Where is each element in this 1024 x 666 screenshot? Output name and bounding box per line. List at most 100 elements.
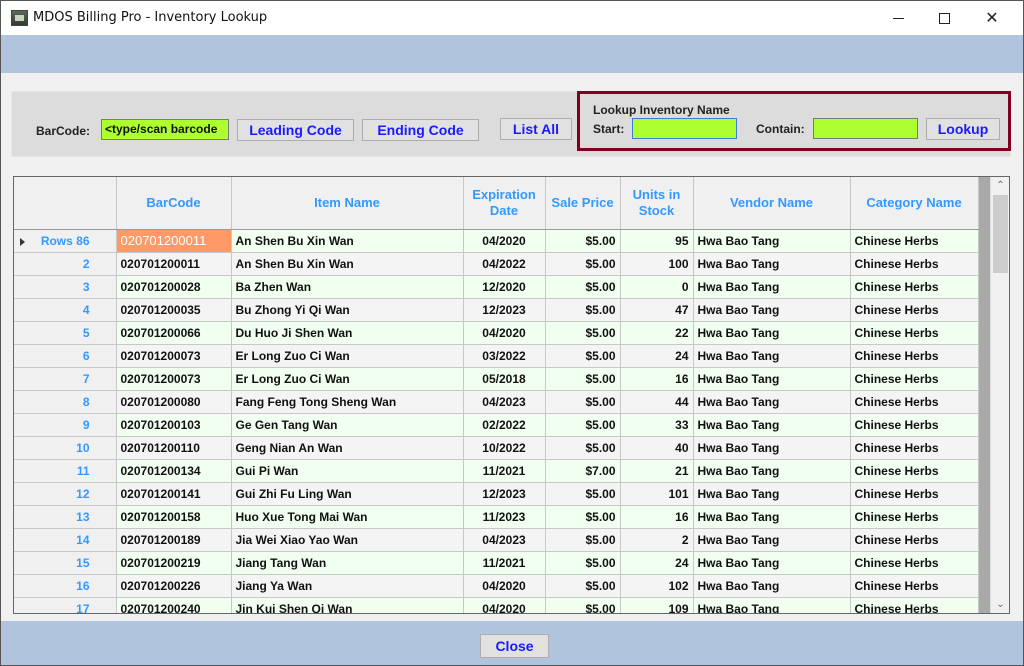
cell-sale-price[interactable]: $7.00: [545, 459, 621, 483]
column-header-vendor-name[interactable]: Vendor Name: [693, 177, 851, 230]
column-header-item-name[interactable]: Item Name: [231, 177, 464, 230]
cell-expiration-date[interactable]: 04/2020: [463, 321, 546, 345]
cell-item-name[interactable]: Er Long Zuo Ci Wan: [231, 367, 464, 391]
cell-category-name[interactable]: Chinese Herbs: [850, 298, 979, 322]
column-header-units-in-stock[interactable]: Units in Stock: [620, 177, 694, 230]
contain-input[interactable]: [813, 118, 918, 139]
row-header[interactable]: 17: [14, 597, 117, 613]
cell-expiration-date[interactable]: 12/2023: [463, 482, 546, 506]
cell-category-name[interactable]: Chinese Herbs: [850, 413, 979, 437]
row-header[interactable]: 11: [14, 459, 117, 483]
row-header[interactable]: 10: [14, 436, 117, 460]
cell-expiration-date[interactable]: 11/2023: [463, 505, 546, 529]
minimize-button[interactable]: [875, 1, 921, 35]
table-row[interactable]: 8 020701200080 Fang Feng Tong Sheng Wan 04/…: [14, 390, 979, 414]
row-header[interactable]: 4: [14, 298, 117, 322]
column-header-barcode[interactable]: BarCode: [116, 177, 232, 230]
cell-vendor-name[interactable]: Hwa Bao Tang: [693, 436, 851, 460]
cell-sale-price[interactable]: $5.00: [545, 275, 621, 299]
cell-barcode[interactable]: 020701200189: [116, 528, 232, 552]
cell-units-in-stock[interactable]: 95: [620, 229, 694, 253]
cell-vendor-name[interactable]: Hwa Bao Tang: [693, 367, 851, 391]
table-row[interactable]: 4 020701200035 Bu Zhong Yi Qi Wan 12/2023 $5…: [14, 298, 979, 322]
cell-vendor-name[interactable]: Hwa Bao Tang: [693, 298, 851, 322]
scroll-up-icon[interactable]: ⌃: [991, 177, 1009, 194]
cell-units-in-stock[interactable]: 24: [620, 551, 694, 575]
cell-expiration-date[interactable]: 11/2021: [463, 551, 546, 575]
row-header[interactable]: 6: [14, 344, 117, 368]
cell-vendor-name[interactable]: Hwa Bao Tang: [693, 413, 851, 437]
column-header-category-name[interactable]: Category Name: [850, 177, 979, 230]
cell-units-in-stock[interactable]: 100: [620, 252, 694, 276]
cell-units-in-stock[interactable]: 102: [620, 574, 694, 598]
cell-units-in-stock[interactable]: 44: [620, 390, 694, 414]
table-row[interactable]: 12 020701200141 Gui Zhi Fu Ling Wan 12/2023…: [14, 482, 979, 506]
table-row[interactable]: 14 020701200189 Jia Wei Xiao Yao Wan 04/202…: [14, 528, 979, 552]
cell-vendor-name[interactable]: Hwa Bao Tang: [693, 482, 851, 506]
cell-barcode[interactable]: 020701200080: [116, 390, 232, 414]
cell-expiration-date[interactable]: 10/2022: [463, 436, 546, 460]
cell-vendor-name[interactable]: Hwa Bao Tang: [693, 574, 851, 598]
cell-units-in-stock[interactable]: 40: [620, 436, 694, 460]
row-header[interactable]: 14: [14, 528, 117, 552]
cell-barcode[interactable]: 020701200011: [116, 229, 232, 253]
cell-sale-price[interactable]: $5.00: [545, 436, 621, 460]
row-header[interactable]: 2: [14, 252, 117, 276]
cell-vendor-name[interactable]: Hwa Bao Tang: [693, 321, 851, 345]
cell-sale-price[interactable]: $5.00: [545, 551, 621, 575]
cell-barcode[interactable]: 020701200141: [116, 482, 232, 506]
cell-item-name[interactable]: Fang Feng Tong Sheng Wan: [231, 390, 464, 414]
table-row[interactable]: 16 020701200226 Jiang Ya Wan 04/2020 $5.00 10…: [14, 574, 979, 598]
row-header[interactable]: 15: [14, 551, 117, 575]
cell-expiration-date[interactable]: 04/2020: [463, 229, 546, 253]
close-window-button[interactable]: ✕: [969, 1, 1015, 35]
cell-expiration-date[interactable]: 04/2023: [463, 390, 546, 414]
cell-units-in-stock[interactable]: 101: [620, 482, 694, 506]
cell-item-name[interactable]: An Shen Bu Xin Wan: [231, 229, 464, 253]
cell-category-name[interactable]: Chinese Herbs: [850, 252, 979, 276]
vertical-scrollbar[interactable]: ⌃ ⌄: [990, 177, 1009, 613]
cell-category-name[interactable]: Chinese Herbs: [850, 482, 979, 506]
cell-expiration-date[interactable]: 03/2022: [463, 344, 546, 368]
cell-units-in-stock[interactable]: 16: [620, 367, 694, 391]
cell-vendor-name[interactable]: Hwa Bao Tang: [693, 551, 851, 575]
cell-item-name[interactable]: Er Long Zuo Ci Wan: [231, 344, 464, 368]
cell-sale-price[interactable]: $5.00: [545, 528, 621, 552]
cell-vendor-name[interactable]: Hwa Bao Tang: [693, 229, 851, 253]
cell-vendor-name[interactable]: Hwa Bao Tang: [693, 528, 851, 552]
table-row[interactable]: 3 020701200028 Ba Zhen Wan 12/2020 $5.00 0 Hwa…: [14, 275, 979, 299]
cell-vendor-name[interactable]: Hwa Bao Tang: [693, 390, 851, 414]
cell-item-name[interactable]: Jin Kui Shen Qi Wan: [231, 597, 464, 613]
cell-sale-price[interactable]: $5.00: [545, 574, 621, 598]
scroll-down-icon[interactable]: ⌄: [991, 596, 1009, 613]
cell-category-name[interactable]: Chinese Herbs: [850, 459, 979, 483]
cell-barcode[interactable]: 020701200219: [116, 551, 232, 575]
ending-code-button[interactable]: Ending Code: [362, 119, 479, 141]
cell-item-name[interactable]: Jiang Tang Wan: [231, 551, 464, 575]
cell-item-name[interactable]: Bu Zhong Yi Qi Wan: [231, 298, 464, 322]
table-row[interactable]: 10 020701200110 Geng Nian An Wan 10/2022 $5.…: [14, 436, 979, 460]
row-header[interactable]: 8: [14, 390, 117, 414]
cell-item-name[interactable]: Jia Wei Xiao Yao Wan: [231, 528, 464, 552]
table-row[interactable]: 2 020701200011 An Shen Bu Xin Wan 04/2022 $5…: [14, 252, 979, 276]
list-all-button[interactable]: List All: [500, 118, 572, 140]
cell-vendor-name[interactable]: Hwa Bao Tang: [693, 275, 851, 299]
close-button[interactable]: Close: [480, 634, 549, 658]
cell-units-in-stock[interactable]: 21: [620, 459, 694, 483]
cell-barcode[interactable]: 020701200240: [116, 597, 232, 613]
cell-sale-price[interactable]: $5.00: [545, 344, 621, 368]
row-header[interactable]: 13: [14, 505, 117, 529]
cell-category-name[interactable]: Chinese Herbs: [850, 229, 979, 253]
table-row[interactable]: 13 020701200158 Huo Xue Tong Mai Wan 11/202…: [14, 505, 979, 529]
cell-barcode[interactable]: 020701200011: [116, 252, 232, 276]
row-header[interactable]: Rows 86: [14, 229, 117, 253]
lookup-button[interactable]: Lookup: [926, 118, 1000, 140]
cell-barcode[interactable]: 020701200035: [116, 298, 232, 322]
cell-category-name[interactable]: Chinese Herbs: [850, 344, 979, 368]
inventory-grid[interactable]: BarCode Item Name Expiration Date Sale P…: [13, 176, 1010, 614]
cell-units-in-stock[interactable]: 16: [620, 505, 694, 529]
cell-barcode[interactable]: 020701200073: [116, 367, 232, 391]
cell-units-in-stock[interactable]: 47: [620, 298, 694, 322]
cell-barcode[interactable]: 020701200134: [116, 459, 232, 483]
cell-expiration-date[interactable]: 12/2023: [463, 298, 546, 322]
